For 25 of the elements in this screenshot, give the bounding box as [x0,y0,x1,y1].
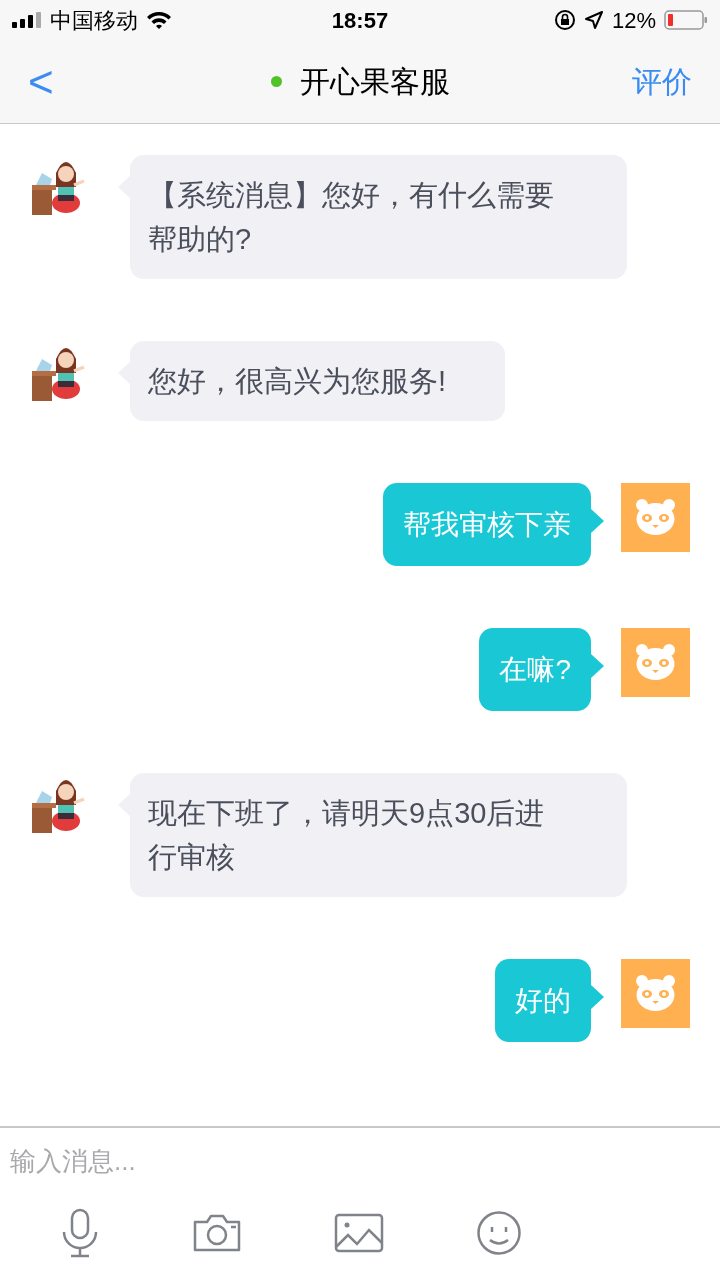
panda-avatar [621,628,690,697]
wifi-icon [146,10,172,30]
image-icon[interactable] [334,1213,384,1253]
signal-icon [12,12,42,28]
panda-avatar [621,483,690,552]
incoming-message-bubble: 现在下班了，请明天9点30后进行审核 [130,773,627,897]
rotation-lock-icon [553,9,576,31]
back-button[interactable]: < [28,59,148,104]
carrier-name: 中国移动 [50,6,138,35]
emoji-icon[interactable] [476,1210,522,1256]
chat-title: 开心果客服 [299,64,450,100]
outgoing-message-bubble: 好的 [495,959,591,1042]
battery-icon [664,10,708,30]
outgoing-message-bubble: 帮我审核下亲 [383,483,591,566]
microphone-icon[interactable] [60,1208,100,1258]
panda-avatar [621,959,690,1028]
outgoing-message-bubble: 在嘛? [479,628,591,711]
incoming-message-bubble: 【系统消息】您好，有什么需要帮助的? [130,155,627,279]
camera-icon[interactable] [192,1213,242,1253]
clock-time: 18:57 [331,6,389,35]
battery-percent: 12% [611,6,656,35]
rate-button[interactable]: 评价 [572,59,692,104]
location-arrow-icon [583,10,604,30]
incoming-message-bubble: 您好，很高兴为您服务! [130,341,506,421]
message-input-field[interactable]: 输入消息... [0,1128,720,1194]
